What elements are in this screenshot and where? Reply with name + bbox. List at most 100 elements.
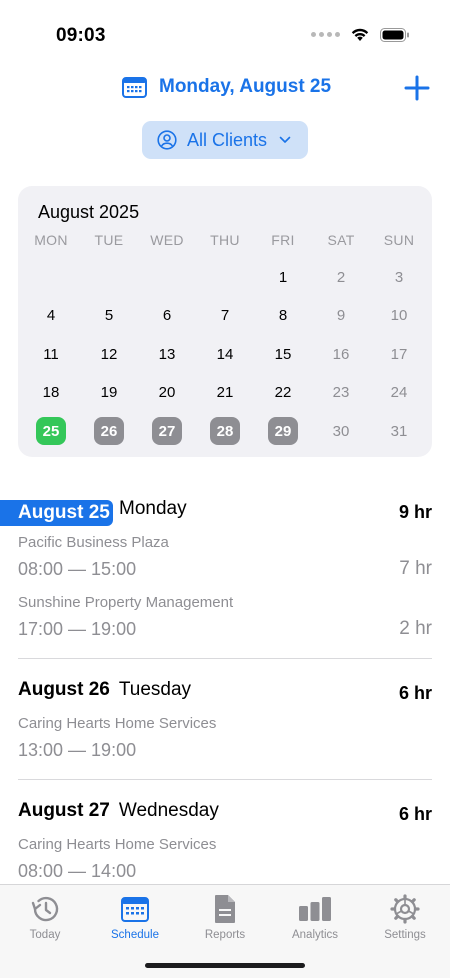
section-divider <box>18 779 432 780</box>
calendar-day[interactable]: 25 <box>22 412 80 451</box>
calendar-day[interactable]: 19 <box>80 374 138 413</box>
person-circle-icon <box>157 130 177 150</box>
tab-settings[interactable]: Settings <box>360 893 450 941</box>
status-icons <box>311 27 410 42</box>
calendar-day-number: 3 <box>394 268 404 286</box>
shift-entry[interactable]: Caring Hearts Home Services 13:00 — 19:00 <box>18 715 432 761</box>
calendar-day-number: 4 <box>46 307 56 325</box>
calendar-day-number: 12 <box>100 345 118 363</box>
calendar-day[interactable]: 2 <box>312 258 370 297</box>
calendar-day[interactable]: 15 <box>254 335 312 374</box>
calendar-day-number: 19 <box>100 384 118 402</box>
calendar-day[interactable]: 5 <box>80 297 138 336</box>
shift-entry[interactable]: Caring Hearts Home Services 08:00 — 14:00 <box>18 836 432 882</box>
tab-schedule[interactable]: Schedule <box>90 893 180 941</box>
calendar-empty-cell <box>196 258 254 297</box>
calendar-day[interactable]: 6 <box>138 297 196 336</box>
calendar-day-booked: 29 <box>268 417 298 446</box>
calendar-week-row: 1 2 3 <box>22 258 428 297</box>
calendar-icon <box>122 77 147 98</box>
document-icon <box>215 895 235 923</box>
calendar-day[interactable]: 7 <box>196 297 254 336</box>
calendar-day[interactable]: 1 <box>254 258 312 297</box>
weekday-label: MON <box>34 232 68 248</box>
calendar-week-row: 11 12 13 14 15 16 17 <box>22 335 428 374</box>
calendar-day-number: 10 <box>390 307 408 325</box>
calendar-day-number: 2 <box>336 268 346 286</box>
tab-analytics[interactable]: Analytics <box>270 893 360 941</box>
day-weekday: Monday <box>119 498 187 519</box>
day-weekday: Wednesday <box>118 800 219 821</box>
calendar-day[interactable]: 29 <box>254 412 312 451</box>
calendar-day[interactable]: 12 <box>80 335 138 374</box>
calendar-grid: 1 2 3 4 5 6 7 8 9 10 11 12 13 14 15 16 17 18 19 20 21 22 23 24 2… <box>22 258 428 451</box>
status-time: 09:03 <box>56 25 106 46</box>
weekday-label: SAT <box>327 232 355 248</box>
add-button[interactable] <box>404 75 430 101</box>
day-section: August 26 Tuesday 6 hr Caring Hearts Home S… <box>0 679 450 761</box>
tab-label: Today <box>29 929 61 941</box>
calendar-day[interactable]: 24 <box>370 374 428 413</box>
shift-time-range: 08:00 — 15:00 <box>18 559 137 579</box>
calendar-day-number: 20 <box>158 384 176 402</box>
shift-client: Caring Hearts Home Services <box>18 715 217 732</box>
tab-label: Reports <box>204 929 246 941</box>
calendar-day-number: 6 <box>162 307 172 325</box>
day-weekday: Tuesday <box>118 679 192 700</box>
calendar-day[interactable]: 28 <box>196 412 254 451</box>
calendar-day[interactable]: 8 <box>254 297 312 336</box>
tab-reports[interactable]: Reports <box>180 893 270 941</box>
calendar-week-row: 18 19 20 21 22 23 24 <box>22 374 428 413</box>
calendar-day[interactable]: 31 <box>370 412 428 451</box>
calendar-day[interactable]: 3 <box>370 258 428 297</box>
calendar-day[interactable]: 13 <box>138 335 196 374</box>
calendar-day[interactable]: 9 <box>312 297 370 336</box>
calendar-day[interactable]: 18 <box>22 374 80 413</box>
calendar-day-booked: 28 <box>210 417 240 446</box>
shift-client: Sunshine Property Management <box>18 594 234 611</box>
wifi-icon <box>351 28 369 41</box>
calendar-day-number: 1 <box>278 268 288 286</box>
client-filter-label: All Clients <box>187 129 268 150</box>
calendar-day[interactable]: 10 <box>370 297 428 336</box>
calendar-day[interactable]: 11 <box>22 335 80 374</box>
calendar-day[interactable]: 22 <box>254 374 312 413</box>
shift-entry[interactable]: Sunshine Property Management 17:00 — 19:0… <box>18 594 432 640</box>
day-header: August 26 Tuesday 6 hr <box>18 679 432 709</box>
calendar-day[interactable]: 26 <box>80 412 138 451</box>
calendar-day-number: 30 <box>332 422 350 440</box>
calendar-day[interactable]: 16 <box>312 335 370 374</box>
shift-client: Caring Hearts Home Services <box>18 836 217 853</box>
tab-label: Schedule <box>111 929 159 941</box>
calendar-week-row: 4 5 6 7 8 9 10 <box>22 297 428 336</box>
calendar-day[interactable]: 4 <box>22 297 80 336</box>
date-picker-button[interactable]: Monday, August 25 <box>122 76 331 98</box>
calendar-month-title: August 2025 <box>38 202 140 222</box>
tab-today[interactable]: Today <box>0 893 90 941</box>
shift-client: Pacific Business Plaza <box>18 534 169 551</box>
calendar-day-number: 16 <box>332 345 350 363</box>
calendar-day[interactable]: 17 <box>370 335 428 374</box>
calendar-day-number: 23 <box>332 384 350 402</box>
day-date: August 26 <box>18 679 110 700</box>
month-calendar: August 2025 MON TUE WED THU FRI SAT SUN … <box>18 186 432 457</box>
calendar-day-number: 9 <box>336 307 346 325</box>
calendar-day-number: 17 <box>390 345 408 363</box>
client-filter-button[interactable]: All Clients <box>142 121 308 159</box>
calendar-day[interactable]: 27 <box>138 412 196 451</box>
gear-icon <box>390 894 420 924</box>
calendar-day[interactable]: 14 <box>196 335 254 374</box>
calendar-day[interactable]: 30 <box>312 412 370 451</box>
calendar-day-number: 14 <box>216 345 234 363</box>
calendar-icon <box>121 897 149 922</box>
calendar-day[interactable]: 20 <box>138 374 196 413</box>
day-date: August 25 <box>0 500 113 526</box>
day-total-hours: 6 hr <box>398 683 432 703</box>
date-title: Monday, August 25 <box>159 76 332 97</box>
calendar-weekday-header: MON TUE WED THU FRI SAT SUN <box>18 232 432 248</box>
calendar-day[interactable]: 21 <box>196 374 254 413</box>
calendar-day-number: 24 <box>390 384 408 402</box>
calendar-day[interactable]: 23 <box>312 374 370 413</box>
day-total-hours: 9 hr <box>398 502 432 522</box>
shift-entry[interactable]: Pacific Business Plaza 08:00 — 15:00 7 hr <box>18 534 432 580</box>
